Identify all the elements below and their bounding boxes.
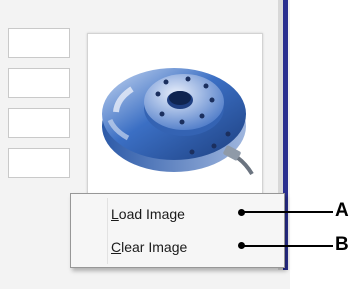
menu-item-label: lear Image [121, 239, 188, 255]
input-field-1[interactable] [8, 28, 70, 58]
image-box[interactable] [87, 33, 263, 205]
input-field-4[interactable] [8, 148, 70, 178]
menu-item-label: oad Image [118, 206, 185, 222]
menu-item-load-image[interactable]: Load Image [111, 202, 281, 226]
menu-item-clear-image[interactable]: Clear Image [111, 235, 281, 259]
callout-line-b [242, 245, 333, 247]
menu-gutter-divider [107, 198, 108, 264]
callout-line-a [242, 211, 333, 213]
menu-item-mnemonic: C [111, 239, 122, 255]
menu-item-mnemonic: L [111, 206, 119, 222]
input-field-3[interactable] [8, 108, 70, 138]
context-menu: Load Image Clear Image [70, 193, 285, 268]
load-cell-image [102, 68, 254, 176]
callout-label-b: B [335, 234, 349, 255]
callout-label-a: A [335, 200, 349, 221]
input-field-2[interactable] [8, 68, 70, 98]
